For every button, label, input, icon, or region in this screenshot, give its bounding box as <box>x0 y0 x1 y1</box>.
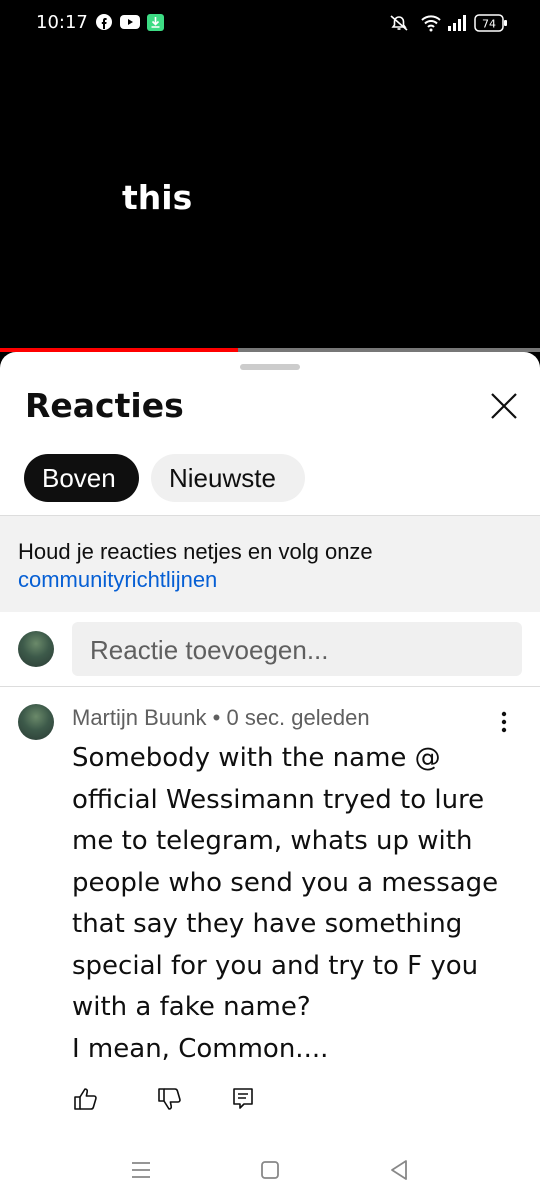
chip-newest[interactable]: Nieuwste <box>151 454 305 502</box>
battery-level: 74 <box>482 18 496 31</box>
download-icon <box>147 14 164 31</box>
commenter-avatar[interactable] <box>18 704 54 740</box>
comment-author[interactable]: Martijn Buunk <box>72 705 207 730</box>
navigation-bar <box>0 1140 540 1200</box>
divider <box>0 686 540 687</box>
menu-icon[interactable] <box>127 1156 155 1184</box>
comment-meta: Martijn Buunk • 0 sec. geleden <box>72 705 370 731</box>
youtube-icon <box>120 15 140 29</box>
mute-icon <box>390 15 408 31</box>
battery-icon: 74 <box>474 14 507 32</box>
comments-sheet: Reacties Boven Nieuwste Houd je reacties… <box>0 352 540 1200</box>
comment-time: 0 sec. geleden <box>226 705 370 730</box>
dislike-icon[interactable] <box>155 1085 183 1113</box>
status-bar: 10:17 74 <box>0 0 540 48</box>
like-icon[interactable] <box>71 1085 99 1113</box>
back-icon[interactable] <box>385 1156 413 1184</box>
meta-separator: • <box>212 705 221 730</box>
status-time: 10:17 <box>36 12 88 33</box>
user-avatar[interactable] <box>18 631 54 667</box>
sheet-title: Reacties <box>25 386 184 425</box>
community-guidelines-link[interactable]: communityrichtlijnen <box>18 567 217 592</box>
community-notice: Houd je reacties netjes en volg onze com… <box>0 516 540 612</box>
notice-text: Houd je reacties netjes en volg onze <box>18 539 373 564</box>
add-comment-placeholder: Reactie toevoegen... <box>90 635 329 665</box>
video-caption: this <box>122 178 193 217</box>
add-comment-input[interactable]: Reactie toevoegen... <box>72 622 522 676</box>
home-icon[interactable] <box>256 1156 284 1184</box>
comment-text: Somebody with the name @ official Wessim… <box>72 743 499 1064</box>
video-player[interactable]: this <box>0 48 540 348</box>
chip-top[interactable]: Boven <box>24 454 139 502</box>
signal-icon <box>448 15 466 31</box>
reply-icon[interactable] <box>229 1085 257 1113</box>
close-icon[interactable] <box>484 386 524 426</box>
drag-handle[interactable] <box>240 364 300 370</box>
more-options-icon[interactable] <box>494 708 514 736</box>
wifi-icon <box>421 15 441 32</box>
facebook-icon <box>96 14 112 30</box>
